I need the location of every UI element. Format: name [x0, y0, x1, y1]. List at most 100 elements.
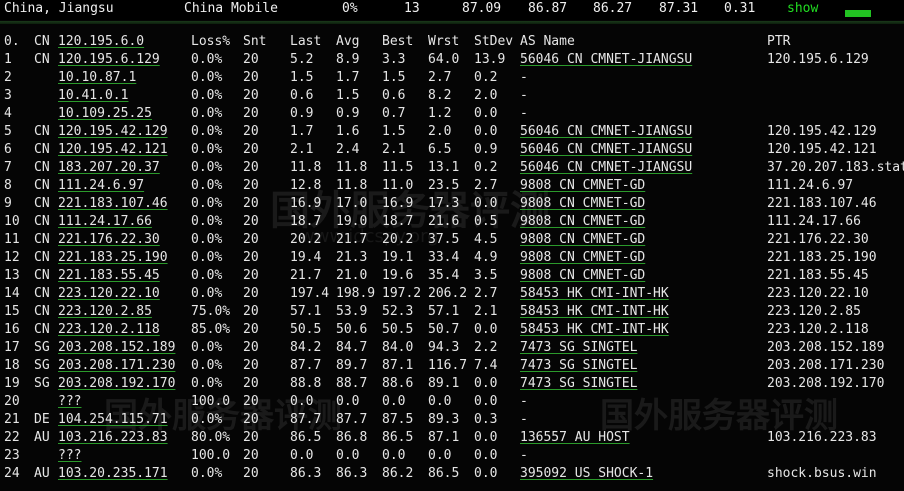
- hop-idx: 9: [4, 196, 12, 211]
- hop-idx: 12: [4, 250, 20, 265]
- hop-ptr: 203.208.171.230: [767, 358, 885, 373]
- hop-ip[interactable]: 120.195.42.121: [58, 142, 168, 157]
- hop-ip[interactable]: 183.207.20.37: [58, 160, 160, 175]
- hop-ip[interactable]: 10.41.0.1: [58, 88, 128, 103]
- hop-stdev: 2.0: [474, 88, 498, 103]
- hop-wrst: 2.7: [428, 70, 452, 85]
- summary-wrst: 87.31: [659, 1, 699, 16]
- hop-as[interactable]: 7473 SG SINGTEL: [520, 358, 637, 373]
- table-row: 21 DE 104.254.115.71 0.0% 20 87.7 87.7 87.5 89.3…: [0, 411, 904, 429]
- hop-as[interactable]: 58453 HK CMI-INT-HK: [520, 304, 669, 319]
- hop-last: 20.2: [290, 232, 322, 247]
- hop-last: 0.0: [290, 394, 314, 409]
- hop-as[interactable]: 9808 CN CMNET-GD: [520, 214, 645, 229]
- hop-snt: 20: [243, 268, 259, 283]
- hop-best: 3.3: [382, 52, 406, 67]
- hop-idx: 10: [4, 214, 20, 229]
- show-link[interactable]: show: [787, 1, 818, 16]
- hop-idx: 22: [4, 430, 20, 445]
- hop-best: 0.7: [382, 106, 406, 121]
- hop-as[interactable]: 9808 CN CMNET-GD: [520, 178, 645, 193]
- hop-snt: 20: [243, 52, 259, 67]
- hop-as: -: [520, 412, 528, 427]
- hop-ptr: 103.216.223.83: [767, 430, 877, 445]
- hop-best: 86.2: [382, 466, 414, 481]
- hop-as[interactable]: 56046 CN CMNET-JIANGSU: [520, 142, 692, 157]
- hop-snt: 20: [243, 124, 259, 139]
- hop-ip[interactable]: ???: [58, 448, 81, 463]
- hop-loss: 0.0%: [191, 376, 223, 391]
- hop-best: 86.5: [382, 430, 414, 445]
- hop-ip[interactable]: 103.20.235.171: [58, 466, 168, 481]
- hop-loss: 0.0%: [191, 412, 223, 427]
- hop-last: 87.7: [290, 412, 322, 427]
- hop-ip[interactable]: 120.195.42.129: [58, 124, 168, 139]
- header-stdev: StDev: [474, 34, 514, 49]
- header-as: AS Name: [520, 34, 575, 49]
- hop-snt: 20: [243, 466, 259, 481]
- hop-ip[interactable]: 221.176.22.30: [58, 232, 160, 247]
- hop-best: 2.1: [382, 142, 406, 157]
- hop-ip[interactable]: 203.208.192.170: [58, 376, 175, 391]
- hop-as: -: [520, 394, 528, 409]
- hop-ip[interactable]: 10.10.87.1: [58, 70, 136, 85]
- hop-ip[interactable]: 120.195.6.129: [58, 52, 160, 67]
- hop-as[interactable]: 9808 CN CMNET-GD: [520, 250, 645, 265]
- hop-ptr: 221.183.55.45: [767, 268, 869, 283]
- hop-ip[interactable]: 103.216.223.83: [58, 430, 168, 445]
- hop-ip[interactable]: 223.120.2.85: [58, 304, 152, 319]
- hop-as[interactable]: 7473 SG SINGTEL: [520, 340, 637, 355]
- hop-ip[interactable]: 10.109.25.25: [58, 106, 152, 121]
- hop-ip[interactable]: 221.183.55.45: [58, 268, 160, 283]
- hop-as[interactable]: 56046 CN CMNET-JIANGSU: [520, 124, 692, 139]
- hop-ip[interactable]: 221.183.107.46: [58, 196, 168, 211]
- hop-cc: CN: [34, 322, 50, 337]
- hop-as[interactable]: 58453 HK CMI-INT-HK: [520, 322, 669, 337]
- hop-cc: CN: [34, 52, 50, 67]
- hop-ip[interactable]: ???: [58, 394, 81, 409]
- table-row: 14 CN 223.120.22.10 0.0% 20 197.4 198.9 197.2 20…: [0, 285, 904, 303]
- hop-stdev: 0.0: [474, 196, 498, 211]
- hop-last: 2.1: [290, 142, 314, 157]
- header-ip[interactable]: 120.195.6.0: [58, 34, 144, 49]
- hop-avg: 86.8: [336, 430, 368, 445]
- hop-snt: 20: [243, 70, 259, 85]
- table-row: 2 10.10.87.1 0.0% 20 1.5 1.7 1.5 2.7 0.2 -: [0, 69, 904, 87]
- table-row: 23??? 100.0 20 0.0 0.0 0.0 0.0 0.0 -: [0, 447, 904, 465]
- hop-loss: 0.0%: [191, 250, 223, 265]
- hop-ip[interactable]: 203.208.171.230: [58, 358, 175, 373]
- hop-idx: 17: [4, 340, 20, 355]
- hop-idx: 23: [4, 448, 20, 463]
- hop-best: 1.5: [382, 70, 406, 85]
- hop-as[interactable]: 56046 CN CMNET-JIANGSU: [520, 52, 692, 67]
- hop-stdev: 7.4: [474, 358, 498, 373]
- hop-as[interactable]: 395092 US SHOCK-1: [520, 466, 653, 481]
- table-row: 11 CN 221.176.22.30 0.0% 20 20.2 21.7 20.2 37.5 4…: [0, 231, 904, 249]
- hop-avg: 21.0: [336, 268, 368, 283]
- hop-as[interactable]: 7473 SG SINGTEL: [520, 376, 637, 391]
- hop-snt: 20: [243, 358, 259, 373]
- hop-ip[interactable]: 223.120.2.118: [58, 322, 160, 337]
- hop-best: 11.0: [382, 178, 414, 193]
- hop-idx: 24: [4, 466, 20, 481]
- hop-as[interactable]: 56046 CN CMNET-JIANGSU: [520, 160, 692, 175]
- hop-ip[interactable]: 111.24.6.97: [58, 178, 144, 193]
- hop-ip[interactable]: 104.254.115.71: [58, 412, 168, 427]
- hop-best: 0.0: [382, 448, 406, 463]
- hop-avg: 198.9: [336, 286, 376, 301]
- hop-stdev: 3.5: [474, 268, 498, 283]
- hop-as[interactable]: 58453 HK CMI-INT-HK: [520, 286, 669, 301]
- hop-ip[interactable]: 111.24.17.66: [58, 214, 152, 229]
- hop-loss: 0.0%: [191, 52, 223, 67]
- hop-ip[interactable]: 203.208.152.189: [58, 340, 175, 355]
- hop-as[interactable]: 9808 CN CMNET-GD: [520, 196, 645, 211]
- hop-as[interactable]: 9808 CN CMNET-GD: [520, 268, 645, 283]
- hop-loss: 0.0%: [191, 178, 223, 193]
- hop-ip[interactable]: 221.183.25.190: [58, 250, 168, 265]
- hop-last: 87.7: [290, 358, 322, 373]
- hop-avg: 89.7: [336, 358, 368, 373]
- hop-avg: 53.9: [336, 304, 368, 319]
- hop-ip[interactable]: 223.120.22.10: [58, 286, 160, 301]
- hop-as[interactable]: 9808 CN CMNET-GD: [520, 232, 645, 247]
- hop-as[interactable]: 136557 AU HOST: [520, 430, 630, 445]
